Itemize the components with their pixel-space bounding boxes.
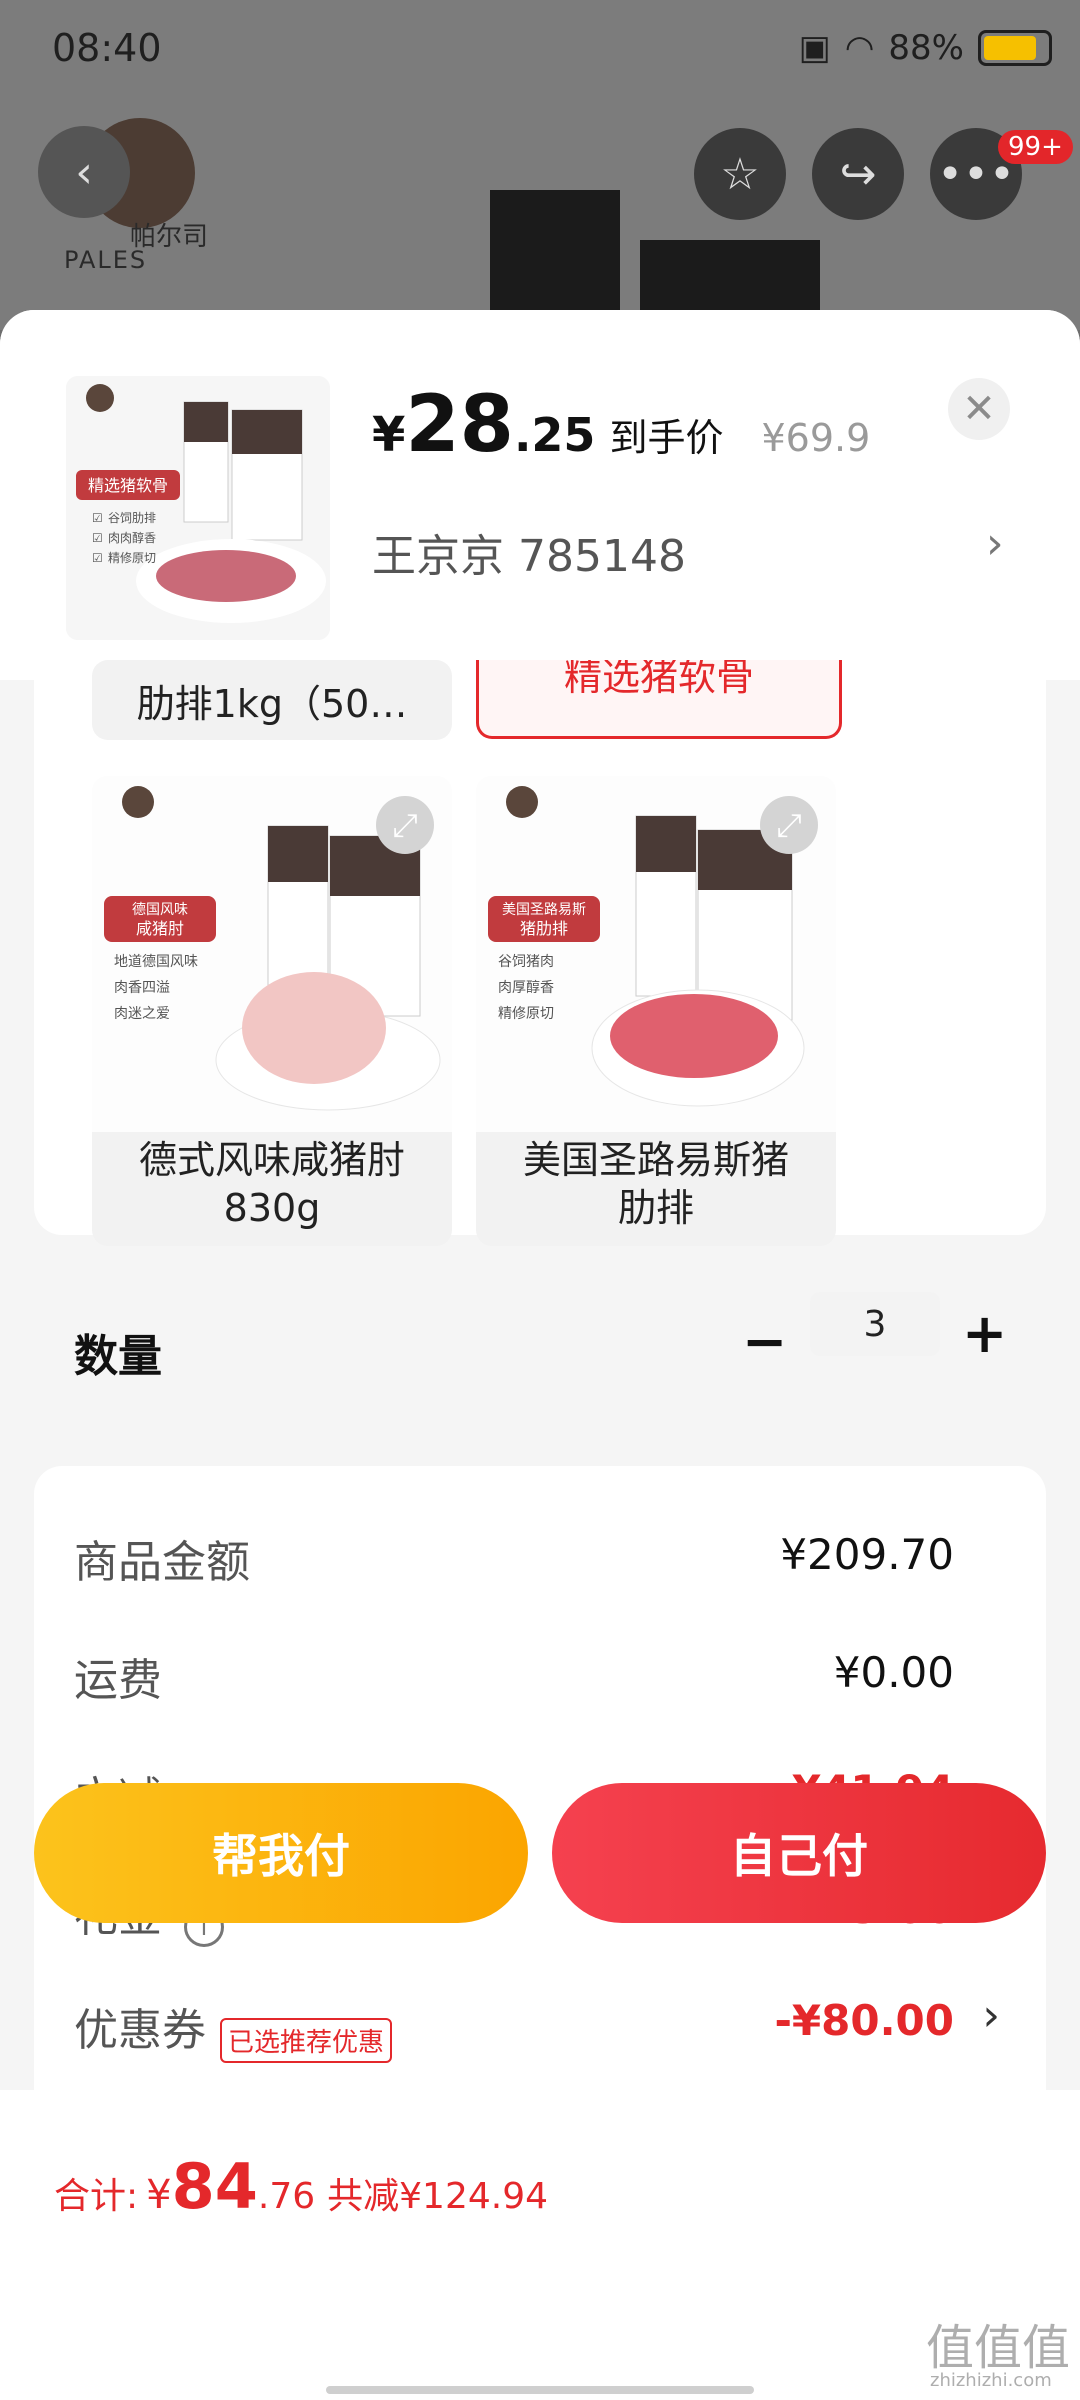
quantity-plus-button[interactable]: +	[962, 1302, 1007, 1365]
variant-2-feature-2: 肉厚醇香	[498, 979, 554, 996]
variant-label: 德式风味咸猪肘 830g	[138, 1138, 405, 1230]
product-thumbnail-image: 精选猪软骨 ☑ 谷饲肋排 ☑ 肉肉醇香 ☑ 精修原切	[66, 376, 330, 640]
quantity-minus-button[interactable]: −	[742, 1310, 787, 1373]
chevron-right-icon[interactable]: ›	[982, 1990, 1000, 2041]
self-pay-button[interactable]: 自己付	[552, 1783, 1046, 1923]
final-price: ¥28.25 到手价 ¥69.9	[372, 380, 870, 470]
svg-text:☑: ☑	[92, 551, 103, 565]
share-icon: ↪	[839, 148, 877, 200]
total-integer: 84	[171, 2150, 258, 2223]
thumb-feature-2: 肉肉醇香	[108, 530, 156, 545]
total-saved: 共减¥124.94	[327, 2176, 549, 2217]
watermark-url: zhizhizhi.com	[930, 2370, 1052, 2391]
variant-tile-st-louis-ribs[interactable]: 美国圣路易斯 猪肋排 谷饲猪肉 肉厚醇香 精修原切 ⤢ 美国圣路易斯猪 肋排	[476, 776, 836, 1246]
wifi-icon: ◠	[844, 28, 875, 68]
quantity-input[interactable]: 3	[810, 1292, 940, 1356]
variant-tile-partial-right-selected[interactable]: 精选猪软骨	[476, 660, 842, 739]
thumb-feature-3: 精修原切	[108, 550, 156, 565]
star-icon: ☆	[720, 148, 760, 200]
original-price: ¥69.9	[761, 416, 871, 460]
chevron-right-icon[interactable]: ›	[986, 518, 1004, 569]
variant-2-feature-1: 谷饲猪肉	[498, 954, 554, 970]
variant-label: 肋排1kg（50…	[136, 682, 408, 726]
brand-name-en: PALES	[64, 246, 148, 274]
summary-label-coupon: 优惠券	[74, 2005, 206, 2056]
purchase-sheet: 精选猪软骨 ☑ 谷饲肋排 ☑ 肉肉醇香 ☑ 精修原切 ¥28.25 到手价 ¥69.…	[0, 310, 1080, 2400]
variant-1-feature-3: 肉迷之爱	[114, 1006, 170, 1022]
summary-coupon-row[interactable]: 优惠券 已选推荐优惠	[74, 1994, 393, 2063]
price-decimal: .25	[513, 408, 596, 462]
quantity-label: 数量	[74, 1331, 162, 1382]
checkout-footer: 合计: ¥84.76 共减¥124.94	[0, 2090, 1080, 2400]
svg-text:☑: ☑	[92, 531, 103, 545]
variant-2-feature-3: 精修原切	[498, 1006, 554, 1022]
share-button[interactable]: ↪	[812, 128, 904, 220]
expand-icon[interactable]: ⤢	[376, 796, 434, 854]
variant-1-badge-line2: 咸猪肘	[136, 919, 184, 938]
battery-icon	[978, 30, 1052, 66]
background-product-image	[490, 190, 620, 330]
help-pay-button[interactable]: 帮我付	[34, 1783, 528, 1923]
status-time: 08:40	[52, 26, 162, 70]
thumb-badge: 精选猪软骨	[88, 476, 168, 495]
coupon-tag: 已选推荐优惠	[220, 2018, 393, 2063]
total-currency: ¥	[146, 2172, 172, 2218]
summary-label-shipping: 运费	[74, 1655, 162, 1706]
expand-icon[interactable]: ⤢	[760, 796, 818, 854]
variant-1-feature-1: 地道德国风味	[114, 954, 198, 970]
price-symbol: ¥	[372, 407, 406, 463]
home-indicator[interactable]	[326, 2386, 754, 2394]
svg-text:☑: ☑	[92, 511, 103, 525]
variant-label: 美国圣路易斯猪 肋排	[522, 1138, 789, 1230]
product-header: 精选猪软骨 ☑ 谷饲肋排 ☑ 肉肉醇香 ☑ 精修原切 ¥28.25 到手价 ¥69.…	[0, 310, 1080, 680]
recipient-line[interactable]: 王京京 785148	[372, 520, 686, 584]
notification-badge: 99+	[998, 130, 1073, 164]
total-line: 合计: ¥84.76 共减¥124.94	[54, 2150, 548, 2223]
thumb-feature-1: 谷饲肋排	[108, 510, 156, 525]
back-button[interactable]: ‹	[38, 126, 130, 218]
variant-1-badge-line1: 德国风味	[132, 902, 188, 918]
status-icons: ▣ ◠ 88%	[799, 28, 1052, 68]
variant-tile-partial-left[interactable]: 肋排1kg（50…	[92, 660, 452, 740]
price-integer: 28	[405, 380, 514, 470]
summary-value-coupon[interactable]: -¥80.00	[774, 1996, 954, 2045]
variant-2-badge-line2: 猪肋排	[520, 919, 568, 938]
summary-value-shipping: ¥0.00	[833, 1648, 954, 1697]
variant-label-selected: 精选猪软骨	[563, 660, 754, 699]
back-icon: ‹	[75, 146, 93, 198]
variant-panel: 肋排1kg（50… 精选猪软骨 德国风味 咸猪肘 地道德国风味 肉香四溢 肉迷之	[34, 660, 1046, 1382]
variant-tile-pork-knuckle[interactable]: 德国风味 咸猪肘 地道德国风味 肉香四溢 肉迷之爱 ⤢ 德式风味咸猪肘 830g	[92, 776, 452, 1246]
variant-2-badge-line1: 美国圣路易斯	[502, 902, 586, 918]
summary-label-goods: 商品金额	[74, 1537, 250, 1588]
sim-icon: ▣	[798, 28, 831, 68]
favorite-button[interactable]: ☆	[694, 128, 786, 220]
watermark-logo: 值值值	[926, 2320, 1071, 2376]
price-tag: 到手价	[609, 416, 724, 460]
variant-1-feature-2: 肉香四溢	[114, 980, 170, 996]
close-button[interactable]: ✕	[948, 378, 1010, 440]
product-thumbnail[interactable]: 精选猪软骨 ☑ 谷饲肋排 ☑ 肉肉醇香 ☑ 精修原切	[66, 376, 330, 640]
summary-value-goods: ¥209.70	[780, 1530, 954, 1579]
status-bar: 08:40 ▣ ◠ 88%	[0, 0, 1080, 100]
total-label: 合计:	[54, 2176, 139, 2217]
total-decimal: .76	[257, 2176, 316, 2217]
battery-percent: 88%	[888, 28, 964, 68]
close-icon: ✕	[962, 386, 996, 432]
